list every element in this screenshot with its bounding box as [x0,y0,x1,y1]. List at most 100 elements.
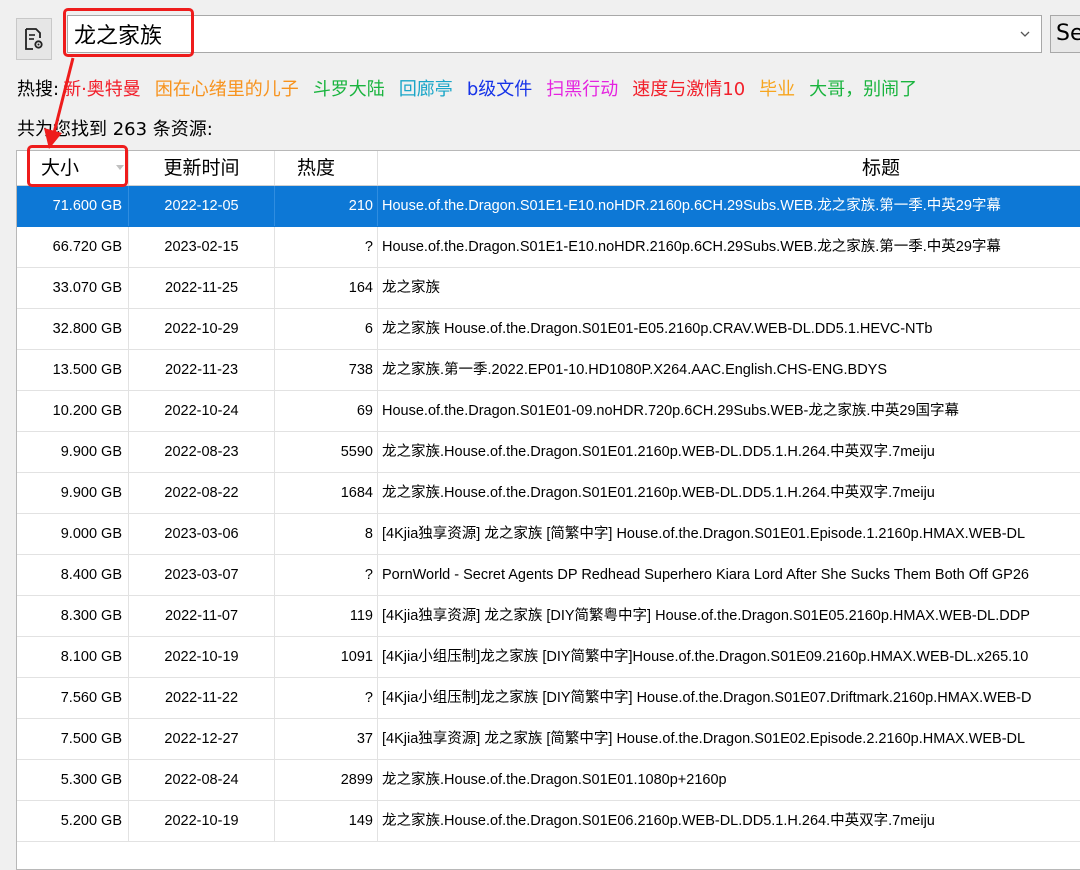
table-row[interactable]: 9.900 GB 2022-08-22 1684 龙之家族.House.of.the.… [17,473,1080,514]
heat-cell: ? [275,227,378,267]
size-cell: 7.500 GB [17,719,129,759]
date-cell: 2022-10-19 [129,637,275,677]
heat-cell: 8 [275,514,378,554]
table-row[interactable]: 7.500 GB 2022-12-27 37 [4Kjia独享资源] 龙之家族 [简繁… [17,719,1080,760]
hot-search-item[interactable]: 速度与激情10 [632,79,745,100]
size-cell: 5.200 GB [17,801,129,841]
date-cell: 2022-08-22 [129,473,275,513]
hot-search-item[interactable]: 扫黑行动 [546,79,618,100]
table-row[interactable]: 71.600 GB 2022-12-05 210 House.of.the.Drago… [17,186,1080,227]
size-cell: 32.800 GB [17,309,129,349]
table-row[interactable]: 9.000 GB 2023-03-06 8 [4Kjia独享资源] 龙之家族 [简繁中… [17,514,1080,555]
title-cell: [4Kjia独享资源] 龙之家族 [DIY简繁粤中字] House.of.the… [382,608,1030,624]
heat-cell: 5590 [275,432,378,472]
results-table: 大小 更新时间 热度 标题 71.600 GB 2022-12-05 210 Hous… [16,150,1080,870]
table-row[interactable]: 8.100 GB 2022-10-19 1091 [4Kjia小组压制]龙之家族 [D… [17,637,1080,678]
title-cell: House.of.the.Dragon.S01E1-E10.noHDR.2160… [382,198,1001,214]
date-cell: 2022-12-05 [129,186,275,226]
title-cell: 龙之家族.House.of.the.Dragon.S01E01.1080p+21… [382,772,727,788]
heat-cell: 2899 [275,760,378,800]
date-cell: 2022-08-23 [129,432,275,472]
date-cell: 2022-12-27 [129,719,275,759]
size-cell: 8.100 GB [17,637,129,677]
column-header-title[interactable]: 标题 [378,151,1080,185]
heat-cell: 1091 [275,637,378,677]
table-row[interactable]: 32.800 GB 2022-10-29 6 龙之家族 House.of.the.Dr… [17,309,1080,350]
heat-cell: 37 [275,719,378,759]
date-cell: 2022-10-19 [129,801,275,841]
size-cell: 9.000 GB [17,514,129,554]
table-body: 71.600 GB 2022-12-05 210 House.of.the.Drago… [17,186,1080,842]
hot-search-item[interactable]: 困在心绪里的儿子 [155,79,299,100]
date-cell: 2022-11-25 [129,268,275,308]
title-cell: 龙之家族 [382,280,440,296]
date-cell: 2022-11-07 [129,596,275,636]
heat-cell: 738 [275,350,378,390]
hot-search-item[interactable]: b级文件 [467,79,532,100]
title-cell: 龙之家族.第一季.2022.EP01-10.HD1080P.X264.AAC.E… [382,362,888,378]
search-combobox[interactable] [67,15,1042,53]
hot-searches: 热搜: 新·奥特曼 困在心绪里的儿子 斗罗大陆 回廊亭 b级文件 扫黑行动 速度与激情10 毕业… [17,76,931,104]
document-settings-icon [25,28,43,50]
date-cell: 2022-11-23 [129,350,275,390]
column-header-heat[interactable]: 热度 [275,151,378,185]
heat-cell: 164 [275,268,378,308]
hot-search-item[interactable]: 大哥，别闹了 [809,79,917,100]
title-cell: [4Kjia独享资源] 龙之家族 [简繁中字] House.of.the.Dra… [382,526,1026,542]
chevron-down-icon[interactable] [1017,25,1033,43]
table-row[interactable]: 9.900 GB 2022-08-23 5590 龙之家族.House.of.the.… [17,432,1080,473]
column-header-size[interactable]: 大小 [17,151,129,185]
heat-cell: 1684 [275,473,378,513]
title-cell: [4Kjia小组压制]龙之家族 [DIY简繁中字] House.of.the.D… [382,690,1032,706]
title-cell: 龙之家族 House.of.the.Dragon.S01E01-E05.2160… [382,321,933,337]
size-cell: 10.200 GB [17,391,129,431]
search-input[interactable] [74,19,994,49]
table-row[interactable]: 66.720 GB 2023-02-15? House.of.the.Dragon.… [17,227,1080,268]
size-cell: 9.900 GB [17,473,129,513]
search-button[interactable]: Se [1050,15,1080,53]
heat-cell: ? [275,555,378,595]
hot-search-item[interactable]: 毕业 [759,79,795,100]
hot-search-item[interactable]: 回廊亭 [399,79,453,100]
size-cell: 71.600 GB [17,186,129,226]
size-cell: 8.400 GB [17,555,129,595]
table-header: 大小 更新时间 热度 标题 [17,151,1080,186]
title-cell: House.of.the.Dragon.S01E1-E10.noHDR.2160… [382,239,1001,255]
document-tool-button[interactable] [16,18,52,60]
date-cell: 2022-10-29 [129,309,275,349]
size-cell: 13.500 GB [17,350,129,390]
size-cell: 5.300 GB [17,760,129,800]
date-cell: 2022-11-22 [129,678,275,718]
date-cell: 2022-10-24 [129,391,275,431]
title-cell: [4Kjia小组压制]龙之家族 [DIY简繁中字]House.of.the.Dr… [382,649,1029,665]
title-cell: PornWorld - Secret Agents DP Redhead Sup… [382,567,1029,583]
column-header-size-label: 大小 [41,157,80,179]
date-cell: 2023-02-15 [129,227,275,267]
size-cell: 8.300 GB [17,596,129,636]
table-row[interactable]: 5.300 GB 2022-08-24 2899 龙之家族.House.of.the.… [17,760,1080,801]
hot-search-item[interactable]: 斗罗大陆 [313,79,385,100]
table-row[interactable]: 13.500 GB 2022-11-23 738 龙之家族.第一季.2022.EP01… [17,350,1080,391]
size-cell: 7.560 GB [17,678,129,718]
hot-searches-label: 热搜: [17,79,60,100]
table-row[interactable]: 10.200 GB 2022-10-24 69 House.of.the.Dragon… [17,391,1080,432]
table-row[interactable]: 8.300 GB 2022-11-07 119 [4Kjia独享资源] 龙之家族 [D… [17,596,1080,637]
table-row[interactable]: 5.200 GB 2022-10-19 149 龙之家族.House.of.the.D… [17,801,1080,842]
size-cell: 9.900 GB [17,432,129,472]
table-row[interactable]: 7.560 GB 2022-11-22? [4Kjia小组压制]龙之家族 [DIY简… [17,678,1080,719]
hot-search-item[interactable]: 新·奥特曼 [63,79,141,100]
title-cell: 龙之家族.House.of.the.Dragon.S01E06.2160p.WE… [382,813,935,829]
size-cell: 33.070 GB [17,268,129,308]
size-cell: 66.720 GB [17,227,129,267]
column-header-date[interactable]: 更新时间 [129,151,275,185]
title-cell: 龙之家族.House.of.the.Dragon.S01E01.2160p.WE… [382,444,935,460]
heat-cell: ? [275,678,378,718]
heat-cell: 6 [275,309,378,349]
table-row[interactable]: 8.400 GB 2023-03-07? PornWorld - Secret Ag… [17,555,1080,596]
title-cell: 龙之家族.House.of.the.Dragon.S01E01.2160p.WE… [382,485,935,501]
date-cell: 2023-03-07 [129,555,275,595]
title-cell: House.of.the.Dragon.S01E01-09.noHDR.720p… [382,403,960,419]
date-cell: 2023-03-06 [129,514,275,554]
title-cell: [4Kjia独享资源] 龙之家族 [简繁中字] House.of.the.Dra… [382,731,1026,747]
table-row[interactable]: 33.070 GB 2022-11-25 164 龙之家族 [17,268,1080,309]
